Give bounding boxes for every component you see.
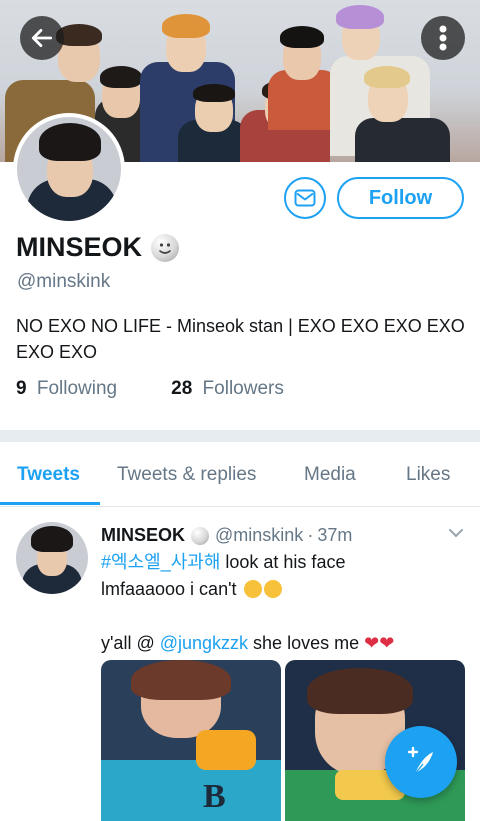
banner-figure — [280, 26, 324, 48]
banner-figure — [193, 84, 235, 102]
chevron-down-icon — [449, 529, 463, 538]
hashtag-link[interactable]: #엑소엘_사과해 — [101, 552, 220, 572]
profile-bio: NO EXO NO LIFE - Minseok stan | EXO EXO … — [16, 316, 465, 362]
tab-media[interactable]: Media — [304, 464, 356, 486]
followers-count: 28 — [171, 378, 193, 399]
tweet-time-separator: · — [307, 525, 314, 545]
profile-tabs: Tweets Tweets & replies Media Likes — [0, 442, 480, 507]
tweet-text-part: y'all @ — [101, 633, 160, 653]
banner-figure — [162, 14, 210, 38]
profile-avatar[interactable] — [13, 113, 125, 225]
tab-likes[interactable]: Likes — [406, 464, 450, 486]
banner-figure — [364, 66, 410, 88]
profile-stats: 9 Following 28 Followers — [16, 378, 338, 400]
feather-compose-icon — [407, 746, 433, 775]
envelope-icon — [294, 189, 316, 207]
tab-tweets[interactable]: Tweets — [17, 464, 80, 486]
avatar-image — [17, 117, 121, 221]
tweet-text-part: look at his face — [220, 552, 346, 572]
followers-stat[interactable]: 28 Followers — [171, 378, 284, 400]
profile-name: MINSEOK — [16, 232, 143, 262]
heart-emoji-icon: ❤❤ — [364, 633, 395, 653]
tweet-line: #엑소엘_사과해 look at his face — [101, 549, 471, 576]
more-options-button[interactable] — [421, 16, 465, 60]
tweet-avatar[interactable] — [16, 522, 88, 594]
tweet-text-part: she loves me — [248, 633, 360, 653]
smiley-emoji-icon — [191, 526, 210, 545]
follow-button[interactable]: Follow — [337, 177, 464, 219]
section-divider — [0, 430, 480, 442]
banner-figure — [336, 5, 384, 29]
banner-figure — [355, 118, 450, 162]
tweet-line: y'all @ @jungkzzk she loves me ❤❤ — [101, 630, 471, 657]
smiley-emoji-icon — [151, 233, 180, 262]
laughing-emoji-icon — [263, 580, 282, 598]
tweet-text: #엑소엘_사과해 look at his face lmfaaaooo i ca… — [101, 549, 471, 657]
tweet-time: 37m — [317, 525, 353, 545]
profile-handle: @minskink — [17, 271, 111, 292]
more-vertical-icon — [439, 25, 447, 51]
following-stat[interactable]: 9 Following — [16, 378, 117, 400]
tweet-header: MINSEOK @minskink · 37m — [101, 525, 352, 546]
back-button[interactable] — [20, 16, 64, 60]
followers-label: Followers — [202, 378, 284, 399]
following-count: 9 — [16, 378, 27, 399]
banner-figure — [100, 66, 142, 88]
arrow-left-icon — [31, 29, 53, 47]
mention-link[interactable]: @jungkzzk — [160, 633, 248, 653]
tweet-line: lmfaaaooo i can't — [101, 576, 471, 603]
tweet-menu-button[interactable] — [447, 526, 465, 545]
compose-tweet-button[interactable] — [385, 726, 457, 798]
profile-name-row: MINSEOK — [16, 232, 180, 263]
message-button[interactable] — [284, 177, 326, 219]
tweet-media-left[interactable]: B — [101, 660, 281, 821]
tab-tweets-replies[interactable]: Tweets & replies — [117, 464, 256, 486]
tweet-text-part: lmfaaaooo i can't — [101, 579, 237, 599]
laughing-emoji-icon — [243, 580, 262, 598]
tweet-author-name[interactable]: MINSEOK — [101, 525, 185, 546]
following-label: Following — [36, 378, 118, 399]
active-tab-indicator — [0, 502, 100, 505]
tweet-author-handle[interactable]: @minskink — [215, 525, 303, 546]
